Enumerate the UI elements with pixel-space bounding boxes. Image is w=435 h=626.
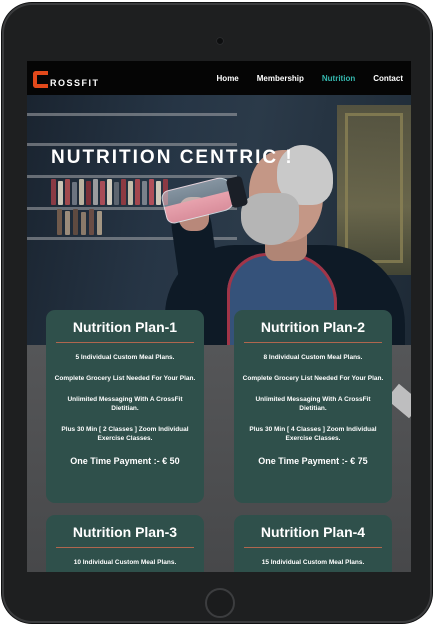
plan-feature: Plus 30 Min [ 4 Classes ] Zoom Individua… <box>249 426 377 442</box>
hero-title: NUTRITION CENTRIC ! <box>51 147 294 168</box>
logo-text: ROSSFIT <box>50 78 100 88</box>
window-frame <box>345 113 403 263</box>
book <box>86 181 91 205</box>
hero-image: NUTRITION CENTRIC ! <box>27 95 411 345</box>
bookshelf <box>27 113 237 116</box>
logo[interactable]: ROSSFIT <box>33 68 100 88</box>
book <box>114 182 119 205</box>
plan-feature: Plus 30 Min [ 2 Classes ] Zoom Individua… <box>61 426 189 442</box>
book <box>156 181 161 205</box>
book <box>72 182 77 205</box>
plan-feature: Complete Grocery List Needed For Your Pl… <box>54 375 196 382</box>
nav-link-membership[interactable]: Membership <box>257 74 304 83</box>
book <box>121 179 126 205</box>
screen: ROSSFIT Home Membership Nutrition Contac… <box>27 61 411 572</box>
nav-link-nutrition[interactable]: Nutrition <box>322 74 355 83</box>
book <box>149 179 154 205</box>
home-button[interactable] <box>205 588 235 618</box>
bookshelf <box>27 143 237 146</box>
plan-title: Nutrition Plan-4 <box>244 523 382 548</box>
book <box>65 211 70 235</box>
man-beard <box>241 193 299 245</box>
book <box>128 181 133 205</box>
plan-card-2: Nutrition Plan-2 8 Individual Custom Mea… <box>234 310 392 503</box>
book <box>79 179 84 205</box>
plan-feature: Unlimited Messaging With A CrossFit Diet… <box>255 396 371 412</box>
book <box>89 209 94 235</box>
book <box>135 179 140 205</box>
book <box>93 179 98 205</box>
book <box>142 181 147 205</box>
plan-feature: Unlimited Messaging With A CrossFit Diet… <box>67 396 183 412</box>
camera-icon <box>216 37 224 45</box>
book <box>107 179 112 205</box>
book <box>65 179 70 205</box>
plan-feature: Complete Grocery List Needed For Your Pl… <box>242 375 384 382</box>
nav-links: Home Membership Nutrition Contact <box>199 74 403 83</box>
book <box>73 209 78 235</box>
bookshelf <box>27 175 237 178</box>
plan-price: One Time Payment :- € 50 <box>70 456 180 466</box>
plan-feature: 8 Individual Custom Meal Plans. <box>263 354 363 361</box>
plan-card-3: Nutrition Plan-3 10 Individual Custom Me… <box>46 515 204 572</box>
plan-feature: 15 Individual Custom Meal Plans. <box>261 559 365 566</box>
book <box>97 211 102 235</box>
book <box>57 209 62 235</box>
navbar: ROSSFIT Home Membership Nutrition Contac… <box>27 61 411 95</box>
plan-title: Nutrition Plan-2 <box>244 318 382 343</box>
plan-feature: 10 Individual Custom Meal Plans. <box>73 559 177 566</box>
book <box>81 212 86 235</box>
nav-link-contact[interactable]: Contact <box>373 74 403 83</box>
logo-c-icon <box>33 71 48 88</box>
plan-title: Nutrition Plan-1 <box>56 318 194 343</box>
nav-link-home[interactable]: Home <box>217 74 239 83</box>
plan-card-1: Nutrition Plan-1 5 Individual Custom Mea… <box>46 310 204 503</box>
plan-feature: 5 Individual Custom Meal Plans. <box>75 354 175 361</box>
book <box>51 179 56 205</box>
plan-price: One Time Payment :- € 75 <box>258 456 368 466</box>
plan-card-4: Nutrition Plan-4 15 Individual Custom Me… <box>234 515 392 572</box>
book <box>100 181 105 205</box>
book <box>58 181 63 205</box>
plan-title: Nutrition Plan-3 <box>56 523 194 548</box>
